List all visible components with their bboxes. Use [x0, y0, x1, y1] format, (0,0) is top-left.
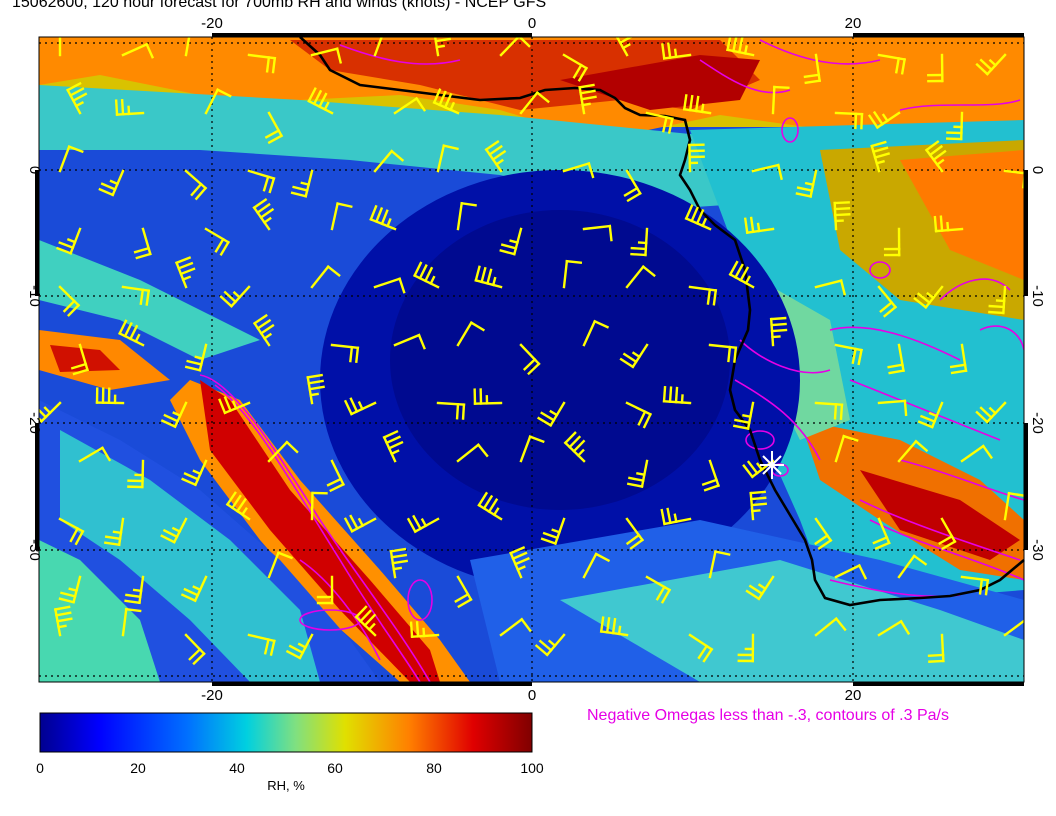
lon-tick-bottom-1: -20: [201, 687, 223, 704]
lat-tick-right-3: -20: [1029, 412, 1046, 434]
lat-tick-right-4: -30: [1029, 539, 1046, 561]
lon-tick-bottom-2: 0: [528, 687, 536, 704]
colorbar-tick-80: 80: [426, 760, 442, 776]
colorbar-label: RH, %: [267, 778, 305, 793]
lat-tick-left-3: -20: [26, 412, 43, 434]
lon-tick-top-3: 20: [845, 15, 862, 32]
colorbar: 0 20 40 60 80 100 RH, %: [36, 712, 544, 793]
colorbar-gradient: [39, 712, 533, 753]
lat-tick-right-2: -10: [1029, 285, 1046, 307]
lon-tick-top-1: -20: [201, 15, 223, 32]
lat-tick-left-1: 0: [26, 166, 43, 174]
lon-tick-top-2: 0: [528, 15, 536, 32]
lat-tick-left-4: -30: [26, 539, 43, 561]
colorbar-tick-0: 0: [36, 760, 44, 776]
map-figure: -20 0 20 -20 0 20 0 -10 -20 -30 0 -10 -2…: [26, 15, 1046, 793]
colorbar-tick-20: 20: [130, 760, 146, 776]
colorbar-tick-100: 100: [520, 760, 544, 776]
lat-tick-left-2: -10: [26, 285, 43, 307]
colorbar-tick-40: 40: [229, 760, 245, 776]
colorbar-tick-60: 60: [327, 760, 343, 776]
lat-tick-right-1: 0: [1029, 166, 1046, 174]
omega-legend-note: Negative Omegas less than -.3, contours …: [587, 707, 949, 724]
lon-tick-bottom-3: 20: [845, 687, 862, 704]
